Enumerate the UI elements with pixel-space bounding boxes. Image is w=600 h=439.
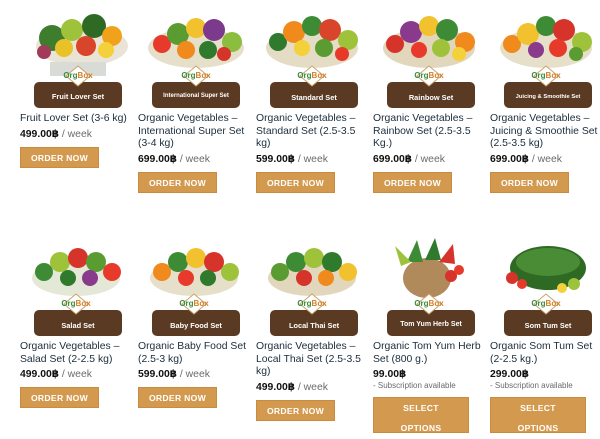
svg-text:OrgBox: OrgBox xyxy=(61,299,91,308)
banner-label: Standard Set xyxy=(291,93,337,102)
price-period: / week xyxy=(177,153,210,165)
product-image[interactable]: OrgBox Standard Set xyxy=(256,4,368,108)
svg-text:OrgBox: OrgBox xyxy=(531,299,561,308)
product-name[interactable]: Organic Vegetables – Standard Set (2.5-3… xyxy=(256,113,368,151)
price-amount: 599.00฿ xyxy=(138,369,178,381)
subscription-note: - Subscription available xyxy=(373,381,456,391)
product-price: 599.00฿ / week xyxy=(138,368,250,381)
button-label-line1: SELECT xyxy=(520,403,556,414)
product-price: 299.00฿ xyxy=(490,368,600,381)
price-amount: 699.00฿ xyxy=(373,153,413,165)
product-name[interactable]: Organic Baby Food Set (2.5-3 kg) xyxy=(138,341,250,366)
product-card: OrgBox Baby Food Set Organic Baby Food S… xyxy=(138,232,250,409)
product-image[interactable]: OrgBox Fruit Lover Set xyxy=(20,4,132,108)
button-label-line2: OPTIONS xyxy=(400,423,442,434)
product-name[interactable]: Organic Vegetables – Salad Set (2-2.5 kg… xyxy=(20,341,132,366)
button-label-line1: SELECT xyxy=(403,403,439,414)
product-name[interactable]: Fruit Lover Set (3-6 kg) xyxy=(20,113,132,126)
select-options-button[interactable]: SELECT OPTIONS xyxy=(373,397,469,434)
product-name[interactable]: Organic Vegetables – International Super… xyxy=(138,113,250,151)
product-name[interactable]: Organic Vegetables – Rainbow Set (2.5-3.… xyxy=(373,113,485,151)
product-price: 699.00฿ / week xyxy=(138,153,250,166)
product-image[interactable]: OrgBox Som Tum Set xyxy=(490,232,600,336)
product-name[interactable]: Organic Tom Yum Herb Set (800 g.) xyxy=(373,341,485,366)
product-image[interactable]: OrgBox Juicing & Smoothie Set xyxy=(490,4,600,108)
price-amount: 99.00฿ xyxy=(373,369,407,381)
price-amount: 699.00฿ xyxy=(490,153,530,165)
product-name[interactable]: Organic Som Tum Set (2-2.5 kg.) xyxy=(490,341,600,366)
order-now-button[interactable]: ORDER NOW xyxy=(256,171,335,193)
order-now-button[interactable]: ORDER NOW xyxy=(490,171,569,193)
product-card: OrgBox Salad Set Organic Vegetables – Sa… xyxy=(20,232,132,409)
banner-label: Tom Yum Herb Set xyxy=(400,321,462,328)
product-card: OrgBox Juicing & Smoothie Set Organic Ve… xyxy=(490,4,600,193)
price-amount: 499.00฿ xyxy=(256,381,296,393)
product-image[interactable]: OrgBox Rainbow Set xyxy=(373,4,485,108)
product-card: OrgBox International Super Set Organic V… xyxy=(138,4,250,193)
product-image[interactable]: OrgBox International Super Set xyxy=(138,4,250,108)
product-image[interactable]: OrgBox Salad Set xyxy=(20,232,132,336)
select-options-button[interactable]: SELECT OPTIONS xyxy=(490,397,586,434)
price-period: / week xyxy=(59,369,92,381)
price-amount: 599.00฿ xyxy=(256,153,296,165)
product-name[interactable]: Organic Vegetables – Juicing & Smoothie … xyxy=(490,113,600,151)
order-now-button[interactable]: ORDER NOW xyxy=(20,146,99,168)
price-period: / week xyxy=(412,153,445,165)
product-card: OrgBox Standard Set Organic Vegetables –… xyxy=(256,4,368,193)
svg-text:OrgBox: OrgBox xyxy=(179,299,209,308)
banner-label: International Super Set xyxy=(163,93,229,99)
order-now-button[interactable]: ORDER NOW xyxy=(20,387,99,409)
price-amount: 499.00฿ xyxy=(20,128,60,140)
price-period: / week xyxy=(295,153,328,165)
price-period: / week xyxy=(177,369,210,381)
banner-label: Salad Set xyxy=(61,321,95,330)
subscription-note: - Subscription available xyxy=(490,381,573,391)
banner-label: Local Thai Set xyxy=(288,321,340,330)
price-period: / week xyxy=(295,381,328,393)
banner-label: Baby Food Set xyxy=(170,321,222,330)
svg-text:OrgBox: OrgBox xyxy=(297,299,327,308)
svg-text:OrgBox: OrgBox xyxy=(414,71,444,80)
product-image[interactable]: OrgBox Local Thai Set xyxy=(256,232,368,336)
product-card: OrgBox Tom Yum Herb Set Organic Tom Yum … xyxy=(373,232,485,434)
banner-label: Fruit Lover Set xyxy=(51,92,105,101)
svg-text:OrgBox: OrgBox xyxy=(414,299,444,308)
svg-text:OrgBox: OrgBox xyxy=(63,71,93,80)
banner-label: Rainbow Set xyxy=(408,93,454,102)
price-amount: 699.00฿ xyxy=(138,153,178,165)
product-card: OrgBox Som Tum Set Organic Som Tum Set (… xyxy=(490,232,600,434)
product-price: 99.00฿ xyxy=(373,368,485,381)
product-image[interactable]: OrgBox Baby Food Set xyxy=(138,232,250,336)
product-price: 499.00฿ / week xyxy=(256,381,368,394)
price-amount: 299.00฿ xyxy=(490,369,530,381)
product-card: OrgBox Fruit Lover Set Fruit Lover Set (… xyxy=(20,4,132,168)
product-price: 499.00฿ / week xyxy=(20,128,132,141)
price-period: / week xyxy=(59,128,92,140)
product-card: OrgBox Rainbow Set Organic Vegetables – … xyxy=(373,4,485,193)
order-now-button[interactable]: ORDER NOW xyxy=(373,171,452,193)
banner-label: Som Tum Set xyxy=(524,321,572,330)
button-label-line2: OPTIONS xyxy=(517,423,559,434)
order-now-button[interactable]: ORDER NOW xyxy=(256,399,335,421)
svg-text:OrgBox: OrgBox xyxy=(181,71,211,80)
svg-text:OrgBox: OrgBox xyxy=(297,71,327,80)
product-image[interactable]: OrgBox Tom Yum Herb Set xyxy=(373,232,485,336)
order-now-button[interactable]: ORDER NOW xyxy=(138,171,217,193)
product-price: 599.00฿ / week xyxy=(256,153,368,166)
product-price: 499.00฿ / week xyxy=(20,368,132,381)
order-now-button[interactable]: ORDER NOW xyxy=(138,387,217,409)
svg-text:OrgBox: OrgBox xyxy=(531,71,561,80)
product-price: 699.00฿ / week xyxy=(373,153,485,166)
price-amount: 499.00฿ xyxy=(20,369,60,381)
product-name[interactable]: Organic Vegetables – Local Thai Set (2.5… xyxy=(256,341,368,379)
product-card: OrgBox Local Thai Set Organic Vegetables… xyxy=(256,232,368,421)
banner-label: Juicing & Smoothie Set xyxy=(515,94,581,100)
price-period: / week xyxy=(529,153,562,165)
product-price: 699.00฿ / week xyxy=(490,153,600,166)
